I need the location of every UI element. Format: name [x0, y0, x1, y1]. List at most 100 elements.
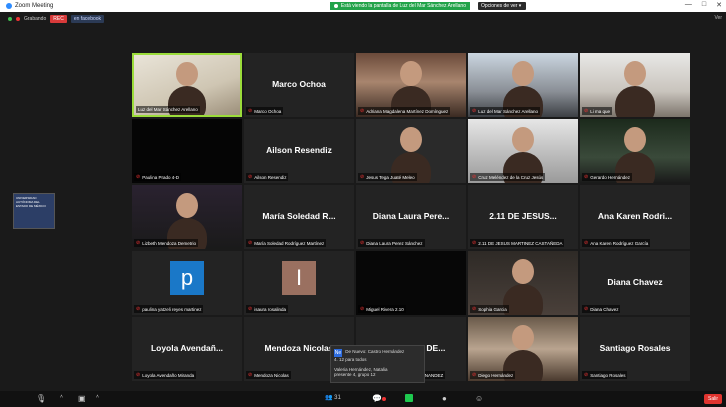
minimize-button[interactable]: —	[685, 1, 692, 9]
participant-label-text: Marco Ochoa	[254, 108, 282, 114]
participant-name-label: ⊘ Ana Karen Rodríguez García	[582, 239, 651, 247]
participant-tile[interactable]: ⊘ Miguel Rivera 2.10	[356, 251, 466, 315]
muted-mic-icon: ⊘	[248, 306, 253, 312]
participant-name-label: ⊘ Sophia Garcia	[470, 305, 509, 313]
participant-label-text: Gerardo Hernández	[590, 174, 630, 180]
leave-meeting-button[interactable]: Salir	[703, 394, 722, 404]
chat-unread-badge	[381, 397, 386, 401]
muted-mic-icon: ⊘	[360, 306, 365, 312]
participant-display-name: Diana Laura Pere...	[372, 211, 450, 221]
muted-mic-icon: ⊘	[472, 108, 477, 114]
live-stream-badge[interactable]: en facebook	[70, 15, 105, 23]
participant-name-label: ⊘ Ailson Resendiz	[246, 173, 289, 181]
video-camera-icon[interactable]: ▣	[78, 394, 86, 403]
view-options-button[interactable]: Opciones de ver ▾	[478, 2, 526, 10]
participant-face	[176, 62, 198, 87]
participant-label-text: Paulina Prado 4-D	[142, 174, 179, 180]
participant-tile[interactable]: Ailson Resendiz ⊘ Ailson Resendiz	[244, 119, 354, 183]
participant-tile[interactable]: ⊘ Luz del Mar Sánchez Arellano	[468, 53, 578, 117]
participant-name-label: ⊘ Miguel Rivera 2.10	[358, 305, 406, 313]
participant-tile[interactable]: Marco Ochoa ⊘ Marco Ochoa	[244, 53, 354, 117]
title-bar: Zoom Meeting Está viendo la pantalla de …	[0, 0, 726, 12]
chat-line-4: presente 4, grupo 12	[334, 372, 376, 377]
participant-tile[interactable]: Luz del Mar Sánchez Arellano	[132, 53, 242, 117]
participant-tile[interactable]: ⊘ Diego Hernández	[468, 317, 578, 381]
participant-tile[interactable]: I ⊘ isaura rosalinda	[244, 251, 354, 315]
participant-face	[624, 60, 646, 87]
muted-mic-icon: ⊘	[472, 372, 477, 378]
muted-mic-icon: ⊘	[584, 108, 589, 114]
participant-label-text: paulina yatzeli reyes martinez	[142, 306, 202, 312]
participant-tile[interactable]: María Soledad R... ⊘ María Soledad Rodrígu…	[244, 185, 354, 249]
participant-name-label: ⊘ Marco Ochoa	[246, 107, 284, 115]
muted-mic-icon: ⊘	[472, 240, 477, 246]
participant-display-name: 2.11 DE JESUS...	[489, 211, 557, 221]
participant-tile[interactable]: ⊘ Paulina Prado 4-D	[132, 119, 242, 183]
participant-name-label: ⊘ Mendoza Nicolas	[246, 371, 291, 379]
participant-name-label: ⊘ isaura rosalinda	[246, 305, 288, 313]
close-button[interactable]: ✕	[716, 1, 722, 9]
participant-name-label: ⊘ Paulina Prado 4-D	[134, 173, 181, 181]
security-shield-icon[interactable]	[8, 17, 12, 21]
audio-options-chevron-icon[interactable]: ˄	[60, 394, 63, 400]
view-button[interactable]: Ver	[714, 15, 722, 21]
share-screen-icon	[405, 394, 413, 402]
record-icon[interactable]: ●	[442, 394, 447, 403]
participant-face	[512, 258, 534, 285]
participant-label-text: Luz del Mar Sánchez Arellano	[478, 108, 538, 114]
participant-avatar: I	[282, 261, 316, 295]
participant-face	[400, 60, 422, 87]
participant-label-text: Diana Chavez	[590, 306, 619, 312]
gallery-grid: Luz del Mar Sánchez Arellano Marco Ochoa ⊘…	[132, 53, 690, 381]
participants-button[interactable]: 👥 31	[325, 394, 341, 401]
participant-label-text: Luz del Mar Sánchez Arellano	[138, 107, 198, 112]
muted-mic-icon: ⊘	[584, 240, 589, 246]
participant-tile[interactable]: Ana Karen Rodri... ⊘ Ana Karen Rodríguez G…	[580, 185, 690, 249]
recording-status: Grabando	[24, 16, 47, 22]
video-options-chevron-icon[interactable]: ˄	[96, 394, 99, 400]
participant-label-text: Santiago Rosales	[590, 372, 626, 378]
participant-tile[interactable]: ⊘ Adriana Magdalena Martínez Domínguez	[356, 53, 466, 117]
participant-tile[interactable]: ⊘ Lizbeth Mendoza Demetrio	[132, 185, 242, 249]
participant-display-name: María Soledad R...	[262, 211, 336, 221]
maximize-button[interactable]: □	[702, 1, 706, 9]
zoom-logo-icon	[6, 3, 12, 9]
chat-notification[interactable]: Ne De Nuevo: Castro Hernández 4. 12 para…	[330, 345, 425, 383]
participant-face	[176, 192, 198, 219]
chat-line-2: 4. 12 para todos	[334, 357, 367, 362]
chat-avatar-icon: Ne	[334, 349, 342, 357]
microphone-icon[interactable]: 🎙	[36, 394, 46, 403]
participant-label-text: María Soledad Rodríguez Martínez	[254, 240, 325, 246]
rec-badge[interactable]: REC	[50, 15, 67, 23]
window-title: Zoom Meeting	[6, 3, 53, 9]
participant-tile[interactable]: Santiago Rosales ⊘ Santiago Rosales	[580, 317, 690, 381]
participant-label-text: Cruz Meléndez de la Cruz Jesús	[478, 174, 544, 180]
participant-body	[503, 284, 543, 315]
reactions-icon[interactable]: ☺	[475, 394, 483, 403]
participant-name-label: ⊘ Jesus Tega Juaté Meleo	[358, 173, 417, 181]
participant-face	[512, 60, 534, 87]
participant-tile[interactable]: ⊘ Gerardo Hernández	[580, 119, 690, 183]
participant-name-label: ⊘ Gerardo Hernández	[582, 173, 632, 181]
participant-display-name: Marco Ochoa	[272, 79, 326, 89]
share-screen-button[interactable]	[405, 394, 413, 404]
participant-tile[interactable]: p ⊘ paulina yatzeli reyes martinez	[132, 251, 242, 315]
participant-name-label: ⊘ paulina yatzeli reyes martinez	[134, 305, 204, 313]
participant-tile[interactable]: ⊘ Cruz Meléndez de la Cruz Jesús	[468, 119, 578, 183]
participant-label-text: Ana Karen Rodríguez García	[590, 240, 649, 246]
participant-display-name: Santiago Rosales	[599, 343, 671, 353]
participants-count: 31	[334, 395, 341, 401]
shared-screen-thumbnail[interactable]: UNIVERSIDAD AUTÓNOMA DEL ESTADO DE MÉXIC…	[13, 193, 55, 229]
participant-tile[interactable]: 2.11 DE JESUS... ⊘ 2.11 DE JESUS MARTINEZ …	[468, 185, 578, 249]
participant-avatar: p	[170, 261, 204, 295]
participant-tile[interactable]: ⊘ Sophia Garcia	[468, 251, 578, 315]
chat-icon[interactable]: 💬	[372, 394, 386, 403]
participant-label-text: isaura rosalinda	[254, 306, 286, 312]
participant-tile[interactable]: Diana Chavez ⊘ Diana Chavez	[580, 251, 690, 315]
participant-tile[interactable]: ⊘ Jesus Tega Juaté Meleo	[356, 119, 466, 183]
muted-mic-icon: ⊘	[472, 306, 477, 312]
participant-tile[interactable]: ⊘ Li ma que	[580, 53, 690, 117]
participant-tile[interactable]: Loyola Avendañ... ⊘ Loyola Avendaño Mirand…	[132, 317, 242, 381]
participant-tile[interactable]: Diana Laura Pere... ⊘ Diana Laura Perez Sá…	[356, 185, 466, 249]
muted-mic-icon: ⊘	[584, 174, 589, 180]
